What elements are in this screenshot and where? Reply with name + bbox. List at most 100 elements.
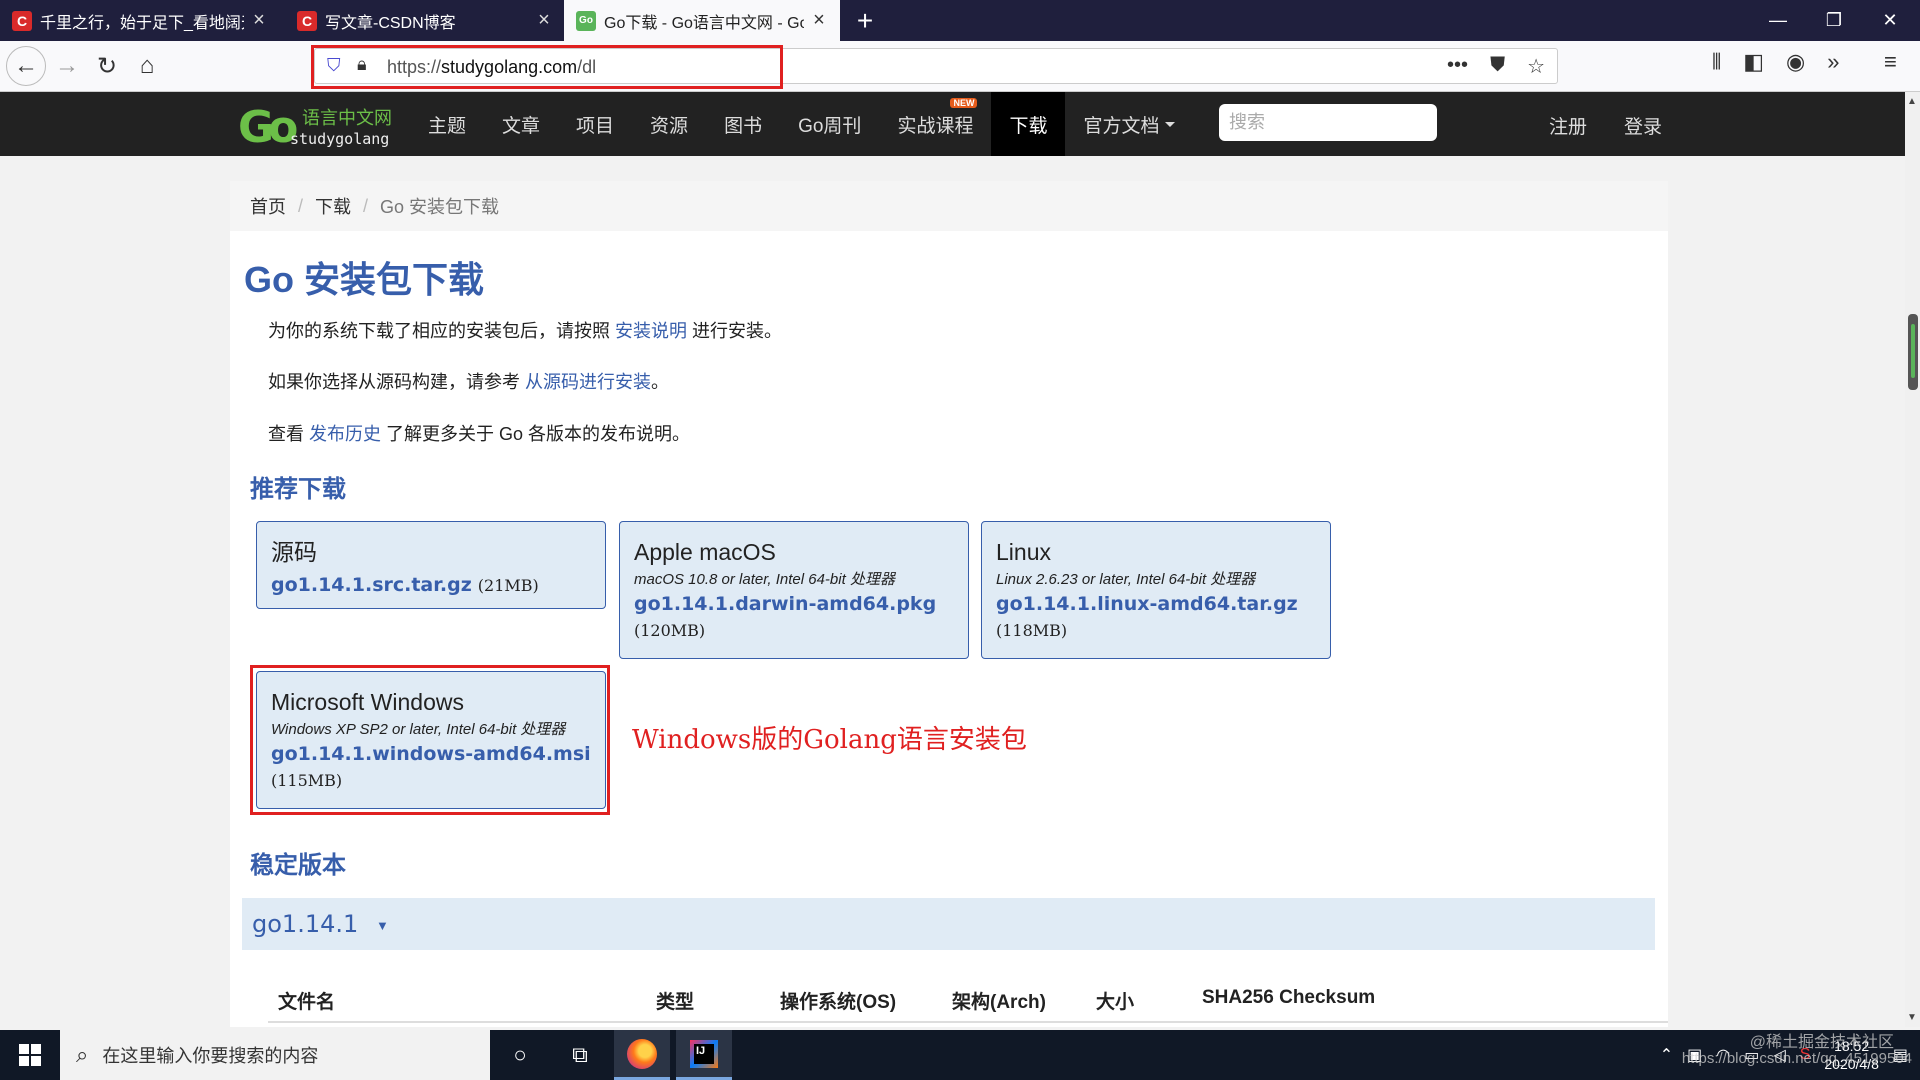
menu-item-docs[interactable]: 官方文档: [1065, 92, 1193, 156]
scrollbar-thumb[interactable]: [1908, 314, 1918, 390]
address-bar[interactable]: ⛉ 🔒︎ https://studygolang.com/dl ••• ⛊ ☆: [311, 45, 1558, 89]
reload-icon[interactable]: ↻: [88, 47, 126, 85]
menu-item-weekly[interactable]: Go周刊: [780, 92, 879, 156]
table-header-divider: [268, 1021, 1668, 1023]
intellij-taskbar-icon[interactable]: IJ: [676, 1030, 732, 1080]
tab-title: Go下载 - Go语言中文网 - Gol: [604, 14, 804, 32]
tray-chevron-up-icon[interactable]: ⌃: [1660, 1045, 1673, 1065]
close-tab-icon[interactable]: ×: [250, 9, 268, 32]
install-instructions-text: 为你的系统下载了相应的安装包后，请按照 安装说明 进行安装。: [268, 321, 783, 341]
register-link[interactable]: 注册: [1549, 112, 1587, 139]
start-button[interactable]: [0, 1030, 60, 1080]
menu-item-projects[interactable]: 项目: [558, 92, 632, 156]
column-header-kind: 类型: [656, 992, 695, 1013]
pocket-icon[interactable]: ⛊: [1490, 54, 1505, 79]
cortana-icon[interactable]: ○: [492, 1030, 548, 1080]
firefox-taskbar-icon[interactable]: [614, 1030, 670, 1080]
scroll-up-icon[interactable]: ▲: [1907, 96, 1917, 107]
release-history-text: 查看 发布历史 了解更多关于 Go 各版本的发布说明。: [268, 424, 691, 444]
card-os-name: Linux: [996, 539, 1051, 565]
search-icon: ⌕: [76, 1042, 89, 1067]
hamburger-menu-icon[interactable]: ≡: [1884, 49, 1897, 75]
column-header-checksum: SHA256 Checksum: [1202, 987, 1376, 1008]
column-header-filename: 文件名: [278, 992, 336, 1013]
browser-tab-3[interactable]: Go Go下载 - Go语言中文网 - Gol ×: [564, 0, 840, 41]
linux-download-link[interactable]: go1.14.1.linux-amd64.tar.gz: [996, 593, 1316, 615]
home-icon[interactable]: ⌂: [128, 47, 166, 85]
scroll-down-icon[interactable]: ▼: [1907, 1012, 1917, 1023]
csdn-icon: C: [12, 10, 32, 31]
download-card-macos[interactable]: Apple macOS macOS 10.8 or later, Intel 6…: [619, 521, 969, 659]
task-view-icon[interactable]: ⧉: [552, 1030, 608, 1080]
source-download-link[interactable]: go1.14.1.src.tar.gz: [271, 574, 472, 596]
taskbar-search-placeholder: 在这里输入你要搜索的内容: [102, 1046, 319, 1066]
install-from-source-link[interactable]: 从源码进行安装: [525, 372, 651, 392]
back-arrow-icon[interactable]: ←: [6, 46, 46, 86]
page-title: Go 安装包下载: [244, 259, 484, 300]
url-text[interactable]: https://studygolang.com/dl: [387, 57, 596, 78]
logo-en-text: studygolang: [290, 130, 390, 148]
tab-title: 写文章-CSDN博客: [325, 14, 456, 32]
main-menu: 主题 文章 项目 资源 图书 Go周刊 实战课程 NEW 下载 官方文档: [410, 92, 1193, 156]
tab-title: 千里之行，始于足下_看地阔天: [40, 14, 244, 32]
page-scrollbar[interactable]: ▲ ▼: [1905, 92, 1920, 1027]
close-tab-icon[interactable]: ×: [810, 9, 828, 32]
version-toggle[interactable]: go1.14.1 ▼: [242, 898, 1655, 950]
close-tab-icon[interactable]: ×: [535, 9, 553, 32]
version-label: go1.14.1: [252, 910, 359, 938]
install-guide-link[interactable]: 安装说明: [615, 321, 687, 341]
csdn-icon: C: [297, 10, 317, 31]
sidebar-icon[interactable]: ◧: [1743, 49, 1764, 75]
breadcrumb-separator: /: [363, 195, 369, 216]
breadcrumb-separator: /: [298, 195, 304, 216]
logo-mark: Go: [238, 102, 298, 153]
login-link[interactable]: 登录: [1624, 112, 1662, 139]
browser-tab-2[interactable]: C 写文章-CSDN博客 ×: [285, 0, 565, 41]
minimize-icon[interactable]: —: [1750, 0, 1806, 41]
library-icon[interactable]: ⫴: [1712, 49, 1721, 75]
restore-icon[interactable]: ❐: [1806, 0, 1862, 41]
menu-item-courses[interactable]: 实战课程 NEW: [879, 92, 991, 156]
caret-down-icon: [1165, 121, 1176, 127]
tracking-protection-shield-icon[interactable]: ⛉: [327, 55, 341, 76]
breadcrumb-home[interactable]: 首页: [250, 193, 286, 219]
menu-item-articles[interactable]: 文章: [484, 92, 558, 156]
card-platform: Linux 2.6.23 or later, Intel 64-bit 处理器: [996, 571, 1256, 588]
window-close-icon[interactable]: ✕: [1862, 0, 1918, 41]
golang-icon: Go: [576, 10, 596, 31]
new-tab-button[interactable]: +: [850, 0, 880, 41]
bookmark-star-icon[interactable]: ☆: [1527, 54, 1545, 79]
site-search-input[interactable]: [1219, 104, 1437, 141]
account-icon[interactable]: ◉: [1786, 49, 1805, 75]
column-header-size: 大小: [1096, 992, 1135, 1013]
overflow-chevron-icon[interactable]: »: [1827, 49, 1839, 75]
menu-item-download[interactable]: 下载: [991, 92, 1066, 156]
macos-download-link[interactable]: go1.14.1.darwin-amd64.pkg: [634, 593, 954, 615]
forward-arrow-icon[interactable]: →: [48, 47, 86, 85]
file-size: (21MB): [477, 576, 539, 595]
download-card-linux[interactable]: Linux Linux 2.6.23 or later, Intel 64-bi…: [981, 521, 1331, 659]
download-card-source[interactable]: 源码 go1.14.1.src.tar.gz (21MB): [256, 521, 606, 609]
release-history-link[interactable]: 发布历史: [309, 424, 381, 444]
expand-triangle-icon: ▼: [376, 918, 389, 933]
windows-highlight-box: [250, 665, 610, 815]
new-badge: NEW: [950, 98, 978, 108]
site-logo[interactable]: Go 语言中文网 studygolang: [238, 100, 398, 153]
page-actions-icon[interactable]: •••: [1447, 54, 1468, 79]
logo-cn-text: 语言中文网: [302, 108, 392, 128]
watermark-url: https://blog.csdn.net/qq_45199504: [1681, 1050, 1912, 1067]
taskbar-search-box[interactable]: ⌕ 在这里输入你要搜索的内容: [60, 1030, 490, 1080]
windows-logo-icon: [19, 1044, 41, 1066]
lock-icon[interactable]: 🔒︎: [357, 54, 367, 75]
breadcrumb-download[interactable]: 下载: [315, 193, 351, 219]
windows-taskbar: ⌕ 在这里输入你要搜索的内容 ○ ⧉ IJ ⌃ ▣ ◠ ▭ ◁ S 18:52 …: [0, 1030, 1920, 1080]
breadcrumb: 首页 / 下载 / Go 安装包下载: [230, 181, 1668, 231]
menu-item-books[interactable]: 图书: [706, 92, 780, 156]
watermark-juejin: @稀土掘金技术社区: [1749, 1034, 1894, 1051]
card-os-name: 源码: [271, 539, 317, 565]
menu-item-resources[interactable]: 资源: [632, 92, 706, 156]
firefox-icon: [627, 1038, 657, 1069]
menu-item-topics[interactable]: 主题: [410, 92, 484, 156]
intellij-icon: IJ: [690, 1039, 718, 1068]
browser-tab-1[interactable]: C 千里之行，始于足下_看地阔天 ×: [0, 0, 280, 41]
